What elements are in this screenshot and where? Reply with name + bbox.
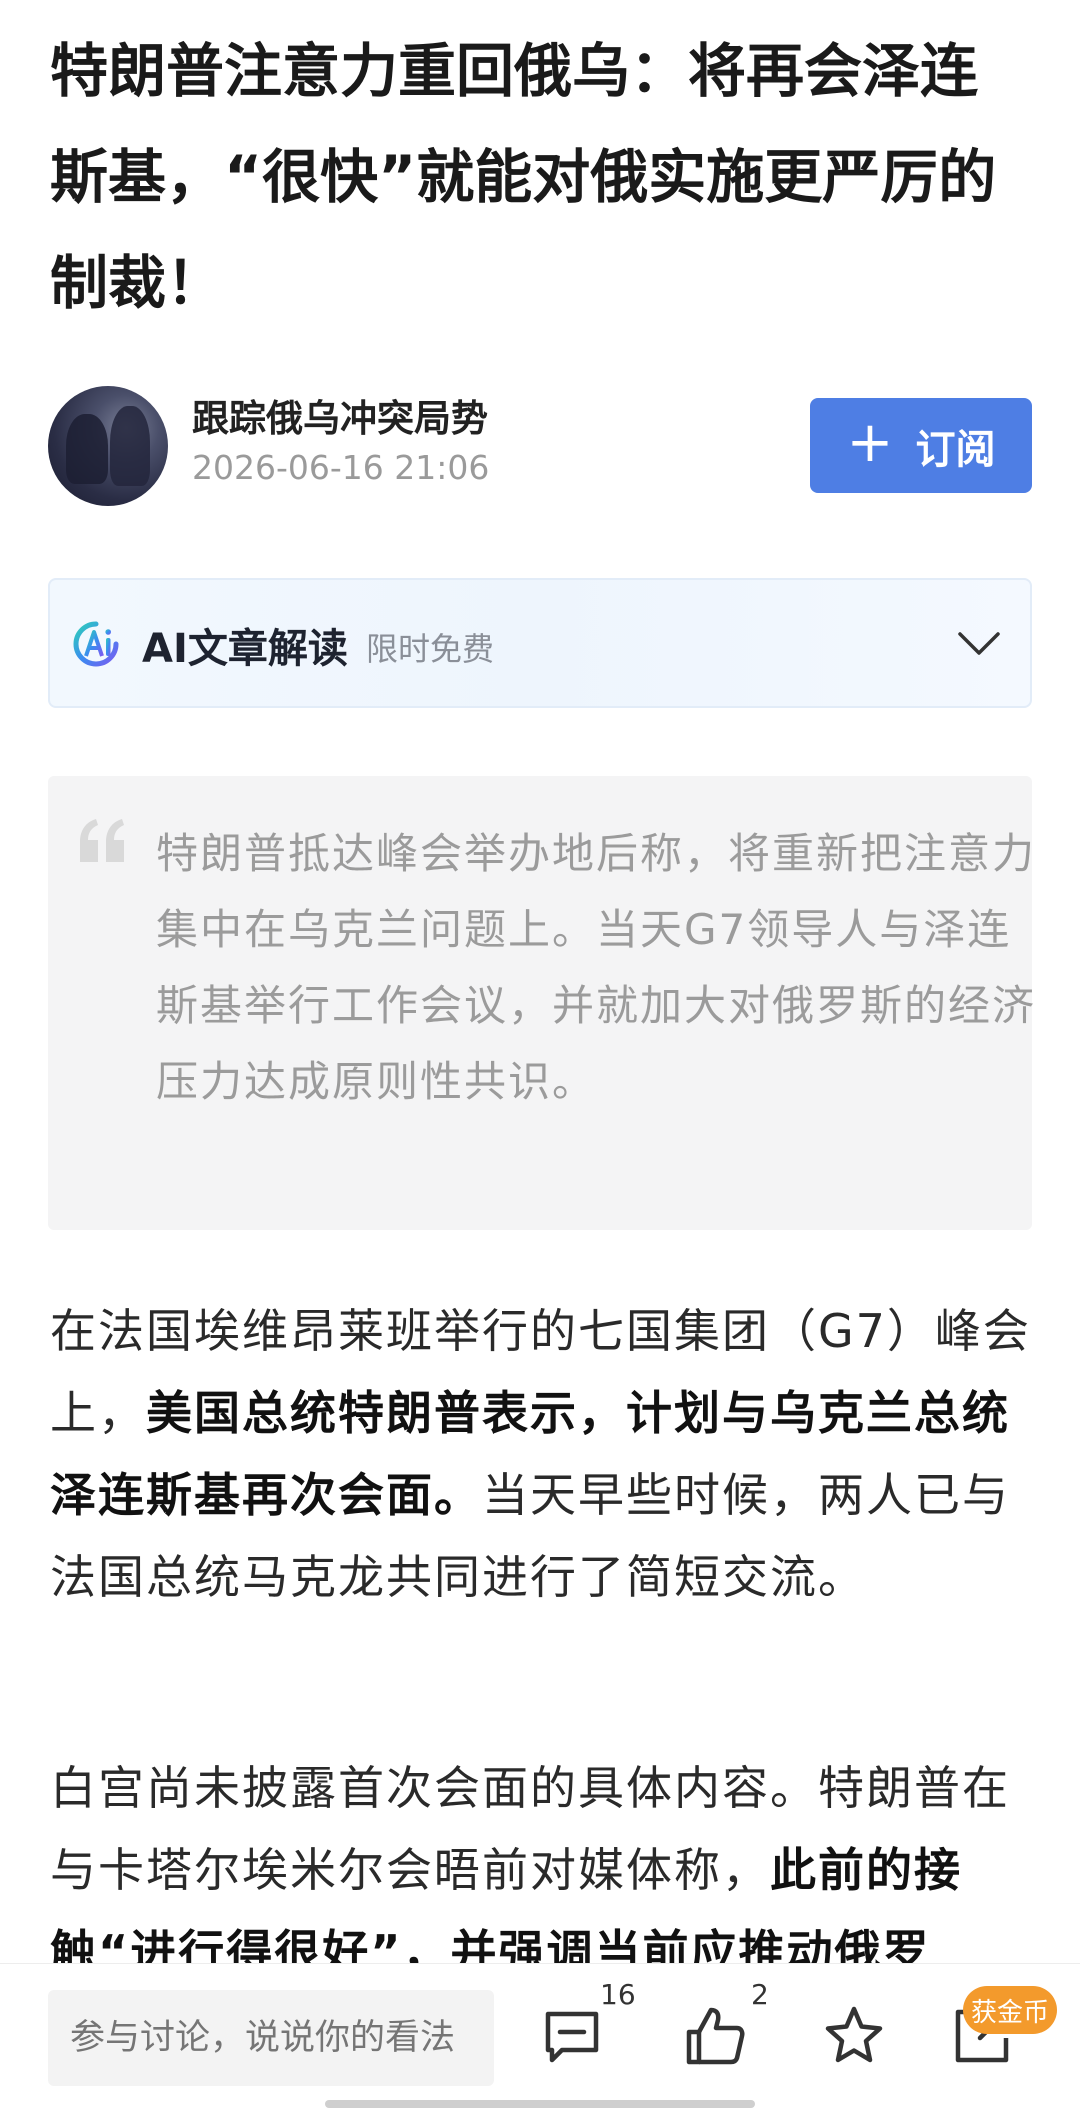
bottom-action-bar: 16 2 [0, 1963, 1080, 2113]
comment-button[interactable]: 16 [540, 1978, 636, 2074]
comment-count: 16 [600, 1978, 636, 2011]
chevron-down-icon[interactable] [956, 624, 1002, 664]
publish-date: 2026-06-16 21:06 [192, 448, 490, 487]
comment-input[interactable] [48, 1990, 494, 2086]
article-title: 特朗普注意力重回俄乌：将再会泽连斯基，“很快”就能对俄实施更严厉的制裁！ [50, 37, 997, 317]
article-paragraph: 在法国埃维昂莱班举行的七国集团（G7）峰会上，美国总统特朗普表示，计划与乌克兰总… [50, 1290, 1034, 1618]
ai-logo-icon [73, 621, 119, 667]
ai-summary-subtitle: 限时免费 [366, 630, 495, 668]
ai-summary-title: AI文章解读 [142, 626, 348, 672]
author-name[interactable]: 跟踪俄乌冲突局势 [192, 388, 488, 442]
star-icon [825, 2006, 883, 2063]
home-indicator[interactable] [325, 2100, 755, 2108]
like-count: 2 [751, 1978, 769, 2011]
favorite-button[interactable] [822, 2004, 892, 2074]
subscribe-label: 订阅 [915, 426, 996, 473]
article-paragraph: 白宫尚未披露首次会面的具体内容。特朗普在与卡塔尔埃米尔会晤前对媒体称，此前的接触… [50, 1747, 1034, 1993]
summary-quote-text: 特朗普抵达峰会举办地后称，将重新把注意力集中在乌克兰问题上。当天G7领导人与泽连… [156, 829, 1037, 1106]
comment-icon [545, 2011, 599, 2063]
author-avatar[interactable] [48, 386, 168, 506]
subscribe-button[interactable]: + 订阅 [810, 398, 1032, 493]
coin-reward-badge[interactable]: 获金币 [963, 1986, 1057, 2034]
thumbs-up-icon [686, 2007, 745, 2065]
ai-summary-bar[interactable]: AI文章解读 限时免费 [48, 578, 1032, 708]
like-button[interactable]: 2 [683, 1978, 769, 2074]
plus-icon: + [846, 409, 894, 475]
summary-quote-box: 特朗普抵达峰会举办地后称，将重新把注意力集中在乌克兰问题上。当天G7领导人与泽连… [48, 776, 1034, 1230]
quote-icon [80, 819, 124, 862]
